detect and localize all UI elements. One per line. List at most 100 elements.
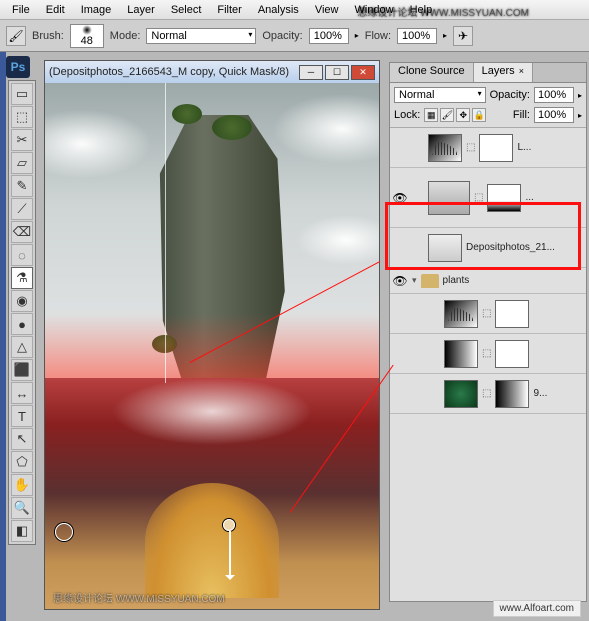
tool-blur[interactable]: ◌ [11, 244, 33, 266]
tool-path[interactable]: ↖ [11, 428, 33, 450]
document-titlebar[interactable]: (Depositphotos_2166543_M copy, Quick Mas… [45, 61, 379, 83]
layer-name[interactable]: L... [517, 142, 584, 153]
brush-cursor [55, 523, 73, 541]
close-button[interactable]: ✕ [351, 65, 375, 80]
menu-analysis[interactable]: Analysis [250, 2, 307, 18]
adjustment-thumb[interactable] [444, 300, 478, 328]
tool-crop[interactable]: ▱ [11, 152, 33, 174]
menu-image[interactable]: Image [73, 2, 120, 18]
document-title: (Depositphotos_2166543_M copy, Quick Mas… [49, 66, 289, 78]
tool-move[interactable]: ▭ [11, 83, 33, 105]
credit-label: www.Alfoart.com [493, 600, 581, 617]
document-window: (Depositphotos_2166543_M copy, Quick Mas… [44, 60, 380, 610]
mask-thumb[interactable] [487, 184, 521, 212]
flow-input[interactable]: 100% [397, 28, 437, 44]
menu-view[interactable]: View [307, 2, 347, 18]
layer-thumb[interactable] [444, 380, 478, 408]
tab-layers[interactable]: Layers× [474, 63, 533, 82]
visibility-toggle[interactable]: 👁 [392, 190, 408, 206]
link-icon: ⬚ [474, 192, 483, 203]
layers-panel: Clone Source Layers× Normal Opacity: 100… [389, 62, 587, 602]
airbrush-toggle[interactable]: ✈ [453, 26, 473, 46]
disclosure-triangle-icon[interactable]: ▾ [412, 275, 417, 286]
tool-marquee[interactable]: ⬚ [11, 106, 33, 128]
layers-list[interactable]: ⬚ L... 👁 ⬚ ... Depositphotos_21... 👁 [390, 128, 586, 601]
target-cursor [223, 519, 235, 531]
tool-eyedropper[interactable]: ✎ [11, 175, 33, 197]
mask-thumb[interactable] [495, 300, 529, 328]
layer-thumb[interactable] [428, 234, 462, 262]
layer-row[interactable]: 👁 ⬚ ... [390, 168, 586, 228]
workspace: Ps ▭ ⬚ ✂ ▱ ✎ ⟋ ⌫ ◌ ⚗ ◉ ● △ ⬛ ↔ T ↖ ⬠ ✋ 🔍… [0, 52, 589, 621]
layer-name[interactable]: 9... [533, 388, 584, 399]
mask-thumb[interactable] [495, 380, 529, 408]
layer-row[interactable]: ⬚ [390, 334, 586, 374]
lock-position-icon[interactable]: ✥ [456, 108, 470, 122]
tool-gradient[interactable]: △ [11, 336, 33, 358]
opacity-input[interactable]: 100% [309, 28, 349, 44]
brush-size: 48 [81, 35, 93, 47]
link-icon: ⬚ [482, 308, 491, 319]
link-icon: ⬚ [466, 142, 475, 153]
brush-preset[interactable]: 48 [70, 24, 104, 48]
app-frame-stripe [0, 52, 6, 621]
watermark: 思缘设计论坛 WWW.MISSYUAN.COM [53, 590, 225, 605]
tab-clone-source[interactable]: Clone Source [390, 63, 474, 82]
menu-select[interactable]: Select [163, 2, 210, 18]
lock-pixels-icon[interactable]: 🖌 [440, 108, 454, 122]
tool-type[interactable]: T [11, 405, 33, 427]
layer-name[interactable]: Depositphotos_21... [466, 242, 584, 253]
tool-brush[interactable]: ⚗ [11, 267, 33, 289]
toolbox: ▭ ⬚ ✂ ▱ ✎ ⟋ ⌫ ◌ ⚗ ◉ ● △ ⬛ ↔ T ↖ ⬠ ✋ 🔍 ◧ [8, 80, 36, 545]
fill-input[interactable]: 100% [534, 107, 574, 123]
adjustment-thumb[interactable] [428, 134, 462, 162]
brush-tool-icon[interactable]: 🖌 [6, 26, 26, 46]
lock-transparency-icon[interactable]: ▦ [424, 108, 438, 122]
visibility-toggle[interactable] [392, 240, 408, 256]
tool-swatch[interactable]: ◧ [11, 520, 33, 542]
tool-hand[interactable]: ✋ [11, 474, 33, 496]
flow-label: Flow: [365, 30, 391, 42]
menu-filter[interactable]: Filter [209, 2, 249, 18]
menu-layer[interactable]: Layer [119, 2, 163, 18]
menu-file[interactable]: File [4, 2, 38, 18]
tool-dodge[interactable]: ● [11, 313, 33, 335]
tool-healing[interactable]: ⟋ [11, 198, 33, 220]
adjustment-thumb[interactable] [444, 340, 478, 368]
menu-edit[interactable]: Edit [38, 2, 73, 18]
layer-name[interactable]: plants [443, 275, 584, 286]
tool-clone[interactable]: ◉ [11, 290, 33, 312]
tool-lasso[interactable]: ✂ [11, 129, 33, 151]
minimize-button[interactable]: ─ [299, 65, 323, 80]
link-icon: ⬚ [482, 388, 491, 399]
layer-opacity-input[interactable]: 100% [534, 87, 574, 103]
blend-mode-dropdown[interactable]: Normal [394, 87, 486, 103]
layer-row[interactable]: Depositphotos_21... [390, 228, 586, 268]
mask-thumb[interactable] [479, 134, 513, 162]
layer-row[interactable]: ⬚ L... [390, 128, 586, 168]
layer-thumb[interactable] [428, 181, 470, 215]
tool-pen[interactable]: ↔ [11, 382, 33, 404]
tool-zoom[interactable]: 🔍 [11, 497, 33, 519]
visibility-toggle[interactable] [392, 140, 408, 156]
tool-shape[interactable]: ⬠ [11, 451, 33, 473]
vegetation [172, 104, 202, 124]
watermark-top: 思缘设计论坛 WWW.MISSYUAN.COM [357, 4, 529, 19]
visibility-toggle[interactable]: 👁 [392, 273, 408, 289]
visibility-toggle[interactable] [392, 386, 408, 402]
layer-row[interactable]: ⬚ [390, 294, 586, 334]
mode-label: Mode: [110, 30, 141, 42]
panel-tabs: Clone Source Layers× [390, 63, 586, 83]
maximize-button[interactable]: ☐ [325, 65, 349, 80]
layer-row[interactable]: ⬚ 9... [390, 374, 586, 414]
tool-eraser[interactable]: ⌫ [11, 221, 33, 243]
canvas[interactable]: 思缘设计论坛 WWW.MISSYUAN.COM [45, 83, 379, 609]
layer-group-row[interactable]: 👁 ▾ plants [390, 268, 586, 294]
lock-all-icon[interactable]: 🔒 [472, 108, 486, 122]
tool-bucket[interactable]: ⬛ [11, 359, 33, 381]
mode-dropdown[interactable]: Normal [146, 28, 256, 44]
mask-thumb[interactable] [495, 340, 529, 368]
visibility-toggle[interactable] [392, 306, 408, 322]
layer-name[interactable]: ... [525, 192, 584, 203]
visibility-toggle[interactable] [392, 346, 408, 362]
